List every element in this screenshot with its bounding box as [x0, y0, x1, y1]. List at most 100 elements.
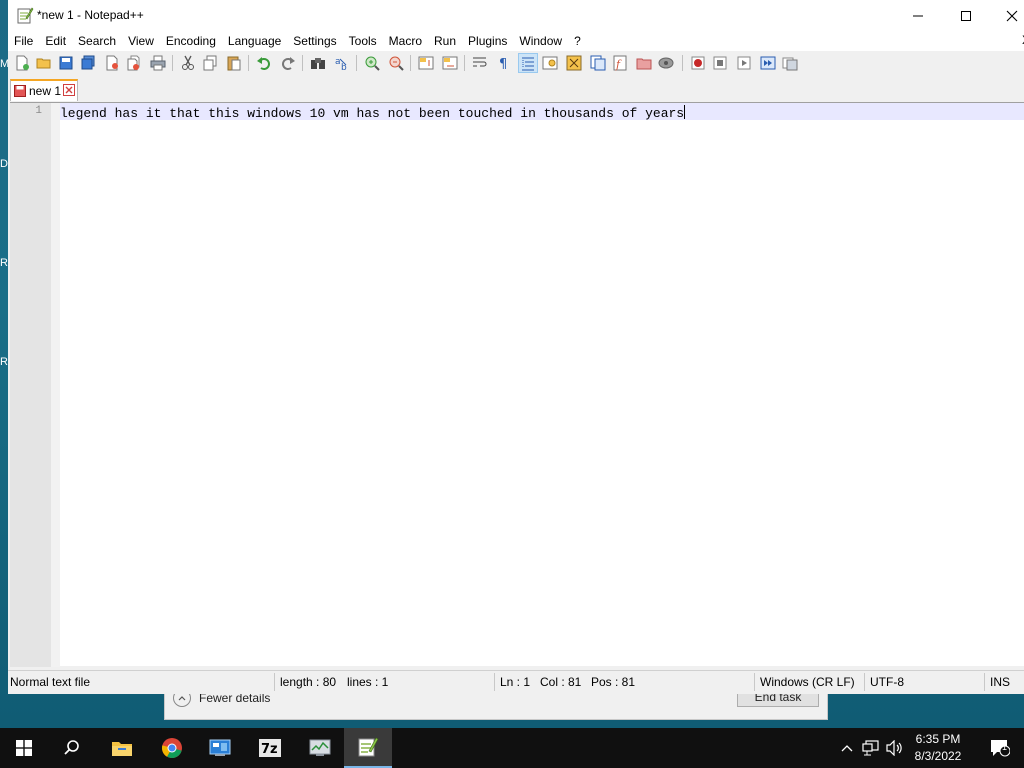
tab-bar: new 1	[8, 78, 1024, 102]
indent-guide-button[interactable]	[518, 53, 538, 73]
menu-help[interactable]: ?	[568, 31, 587, 51]
chrome-button[interactable]	[148, 728, 196, 768]
menu-window[interactable]: Window	[513, 31, 568, 51]
close-button[interactable]	[989, 0, 1024, 31]
monitoring-button[interactable]	[634, 53, 654, 73]
record-macro-button[interactable]	[688, 53, 708, 73]
control-panel-button[interactable]	[196, 728, 244, 768]
show-hidden-icons-button[interactable]	[838, 728, 856, 768]
user-defined-language-button[interactable]	[540, 53, 560, 73]
cut-button[interactable]	[178, 53, 198, 73]
sync-horizontal-button[interactable]	[440, 53, 460, 73]
status-line-number[interactable]: Ln : 1	[500, 671, 530, 693]
title-bar[interactable]: *new 1 - Notepad++	[8, 0, 1024, 31]
run-macro-multiple-button[interactable]	[758, 53, 778, 73]
clock-date: 8/3/2022	[914, 749, 962, 763]
fold-margin	[51, 103, 60, 667]
menu-macro[interactable]: Macro	[383, 31, 428, 51]
status-position[interactable]: Pos : 81	[591, 671, 635, 693]
status-insert-mode[interactable]: INS	[990, 671, 1010, 693]
print-button[interactable]	[148, 53, 168, 73]
menu-edit[interactable]: Edit	[39, 31, 72, 51]
tab-close-icon[interactable]	[63, 84, 75, 96]
status-lines: lines : 1	[347, 675, 389, 689]
show-all-characters-button[interactable]: ¶	[494, 53, 514, 73]
undo-icon	[257, 57, 270, 70]
menu-settings[interactable]: Settings	[287, 31, 342, 51]
open-file-button[interactable]	[34, 53, 54, 73]
close-all-icon	[127, 55, 140, 71]
unsaved-disk-icon	[14, 85, 26, 97]
find-button[interactable]	[308, 53, 328, 73]
word-wrap-button[interactable]	[470, 53, 490, 73]
network-button[interactable]	[860, 728, 882, 768]
status-column[interactable]: Col : 81	[540, 671, 581, 693]
udl-icon	[542, 56, 558, 70]
paste-button[interactable]	[224, 53, 244, 73]
menu-language[interactable]: Language	[222, 31, 287, 51]
maximize-icon	[961, 10, 971, 21]
chevron-up-icon	[841, 745, 853, 752]
notification-count: 1	[1002, 742, 1008, 752]
sync-vertical-button[interactable]	[416, 53, 436, 73]
function-list-button[interactable]	[588, 53, 608, 73]
save-all-button[interactable]	[78, 53, 98, 73]
redo-button[interactable]	[278, 53, 298, 73]
action-center-button[interactable]: 1	[980, 728, 1020, 768]
maximize-button[interactable]	[943, 0, 989, 31]
task-manager-button[interactable]	[296, 728, 344, 768]
replace-button[interactable]: ab	[332, 53, 352, 73]
7zip-button[interactable]: 7z	[246, 728, 294, 768]
editor-line[interactable]: legend has it that this windows 10 vm ha…	[60, 105, 686, 121]
folder-as-workspace-button[interactable]: f	[610, 53, 630, 73]
svg-text:7z: 7z	[261, 742, 278, 757]
control-panel-icon	[209, 739, 231, 756]
7zip-icon: 7z	[259, 739, 281, 757]
status-file-type: Normal text file	[10, 675, 91, 689]
stop-recording-button[interactable]	[710, 53, 730, 73]
undo-button[interactable]	[254, 53, 274, 73]
toolbar-separator	[464, 55, 465, 71]
tab-new-1[interactable]: new 1	[10, 79, 78, 101]
document-map-button[interactable]	[564, 53, 584, 73]
line-number: 1	[35, 105, 42, 117]
status-divider	[494, 673, 495, 691]
menu-plugins[interactable]: Plugins	[462, 31, 513, 51]
save-macro-icon	[782, 57, 798, 71]
playback-macro-button[interactable]	[734, 53, 754, 73]
menu-encoding[interactable]: Encoding	[160, 31, 222, 51]
menu-file[interactable]: File	[8, 31, 39, 51]
minimize-button[interactable]	[895, 0, 941, 31]
menu-tools[interactable]: Tools	[343, 31, 383, 51]
search-button[interactable]	[48, 728, 96, 768]
file-explorer-button[interactable]	[98, 728, 146, 768]
new-file-button[interactable]	[12, 53, 32, 73]
notepad-plus-plus-taskbar-button[interactable]	[344, 728, 392, 768]
menu-view[interactable]: View	[122, 31, 160, 51]
copy-button[interactable]	[200, 53, 220, 73]
zoom-in-button[interactable]	[362, 53, 382, 73]
text-editor[interactable]: 1 legend has it that this windows 10 vm …	[10, 102, 1024, 667]
sync-horizontal-icon	[442, 56, 458, 70]
menu-bar: File Edit Search View Encoding Language …	[8, 31, 1024, 51]
status-eol[interactable]: Windows (CR LF)	[760, 671, 855, 693]
chrome-icon	[161, 738, 182, 759]
start-button[interactable]	[0, 728, 48, 768]
save-macro-button[interactable]	[780, 53, 800, 73]
status-encoding[interactable]: UTF-8	[870, 671, 904, 693]
zoom-out-button[interactable]	[386, 53, 406, 73]
taskbar-clock[interactable]: 6:35 PM 8/3/2022	[900, 728, 976, 768]
save-button[interactable]	[56, 53, 76, 73]
menu-search[interactable]: Search	[72, 31, 122, 51]
status-length: length : 80	[280, 675, 337, 689]
line-number-gutter: 1	[10, 103, 51, 667]
desktop-icon-label-fragment: M	[0, 58, 10, 70]
close-all-button[interactable]	[124, 53, 144, 73]
monitor-eye-button[interactable]	[656, 53, 676, 73]
folder-icon	[636, 58, 652, 70]
eye-icon	[658, 57, 674, 69]
play-icon	[737, 56, 751, 70]
search-icon	[64, 740, 79, 755]
menu-run[interactable]: Run	[428, 31, 462, 51]
close-file-button[interactable]	[102, 53, 122, 73]
